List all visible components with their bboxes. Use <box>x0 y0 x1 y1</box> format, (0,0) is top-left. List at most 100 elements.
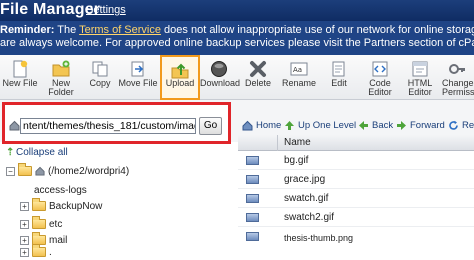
file-name: swatch2.gif <box>284 212 335 223</box>
home-icon <box>35 167 45 176</box>
settings-link[interactable]: Settings <box>86 4 126 16</box>
download-button[interactable]: Download <box>200 55 240 100</box>
expand-toggle-icon[interactable]: + <box>20 247 29 257</box>
change-permissions-button[interactable]: Change Permissi <box>440 55 474 100</box>
new-folder-label: New Folder <box>42 79 80 97</box>
reminder-banner: Reminder: The Terms of Service does not … <box>0 21 474 55</box>
tree-item-label: mail <box>49 235 68 246</box>
upload-label: Upload <box>165 78 195 88</box>
copy-button[interactable]: Copy <box>84 55 116 100</box>
expand-toggle-icon[interactable]: + <box>20 235 29 245</box>
change-permissions-label-line-2: Permissi <box>442 87 474 97</box>
folder-icon <box>32 244 46 258</box>
folder-icon <box>32 198 46 212</box>
code-editor-button[interactable]: Code Editor <box>362 55 398 100</box>
expand-toggle-icon[interactable]: + <box>20 201 29 211</box>
terms-of-service-link[interactable]: Terms of Service <box>79 24 161 36</box>
file-name: bg.gif <box>284 155 309 166</box>
arrow-forward-icon <box>397 120 406 130</box>
delete-icon <box>250 61 266 77</box>
tree-item-access-logs[interactable]: access-logs <box>34 184 87 198</box>
navigation-bar: Home Up One Level Back Forward Relo <box>240 118 474 134</box>
reminder-label: Reminder: <box>0 24 55 36</box>
arrow-back-icon <box>359 120 368 130</box>
file-name: thesis-thumb.png <box>284 233 354 243</box>
new-file-button[interactable]: New File <box>2 55 38 100</box>
image-file-icon <box>246 213 259 222</box>
file-row[interactable]: grace.jpg <box>238 171 474 189</box>
tree-item-label: access-logs <box>34 185 87 196</box>
image-file-icon <box>246 156 259 165</box>
new-folder-button[interactable]: New Folder <box>42 55 80 100</box>
title-bar: File Manager Settings <box>0 0 474 21</box>
code-editor-label: Code Editor <box>362 79 398 97</box>
image-file-icon <box>246 175 259 184</box>
nav-home-label: Home <box>256 120 282 131</box>
nav-home[interactable]: Home <box>242 118 281 134</box>
tree-item-backupnow[interactable]: + BackupNow <box>20 198 103 214</box>
icon-column-header[interactable] <box>238 135 278 151</box>
upload-button[interactable]: Upload <box>160 55 200 100</box>
reminder-line-1: Reminder: The Terms of Service does not … <box>0 24 474 37</box>
nav-back[interactable]: Back <box>358 118 393 134</box>
path-input[interactable]: ntent/themes/thesis_181/custom/images <box>20 118 196 134</box>
html-editor-label: HTML Editor <box>402 79 438 97</box>
move-file-button[interactable]: Move File <box>118 55 158 100</box>
file-row[interactable]: swatch.gif <box>238 190 474 208</box>
tree-item-etc[interactable]: + etc <box>20 216 62 232</box>
collapse-all-link[interactable]: ⇡ Collapse all <box>6 146 68 160</box>
nav-back-label: Back <box>372 120 394 131</box>
tree-item-label: BackupNow <box>49 201 103 212</box>
file-row[interactable]: bg.gif <box>238 152 474 170</box>
tree-root[interactable]: − (/home2/wordpri4) <box>6 163 130 179</box>
path-highlight-box: ntent/themes/thesis_181/custom/images Go <box>2 102 231 144</box>
collapse-toggle-icon[interactable]: − <box>6 166 15 176</box>
nav-reload[interactable]: Relo <box>448 118 474 134</box>
expand-toggle-icon[interactable]: + <box>20 219 29 229</box>
home-icon <box>9 120 20 131</box>
file-name: swatch.gif <box>284 193 329 204</box>
change-permissions-label: Change Permissi <box>442 79 474 97</box>
move-file-icon <box>131 61 144 77</box>
new-file-label: New File <box>2 78 38 88</box>
svg-text:Aa: Aa <box>293 66 302 74</box>
reminder-text-2: does not allow inappropriate use of our … <box>164 24 474 36</box>
edit-button[interactable]: Edit <box>324 55 354 100</box>
nav-forward[interactable]: Forward <box>396 118 445 134</box>
collapse-all-label: Collapse all <box>16 147 68 158</box>
copy-icon <box>92 61 108 77</box>
toolbar: New File New Folder Copy Move File Upload <box>0 55 474 100</box>
new-file-icon <box>13 60 28 78</box>
go-button[interactable]: Go <box>199 117 222 135</box>
html-editor-icon <box>412 61 428 77</box>
html-editor-label-line-2: Editor <box>408 87 432 97</box>
html-editor-button[interactable]: HTML Editor <box>402 55 438 100</box>
arrow-up-icon <box>285 120 294 130</box>
tree-item-label: . <box>49 247 52 258</box>
tree-root-label: (/home2/wordpri4) <box>48 166 130 177</box>
folder-icon <box>32 216 46 230</box>
folder-icon <box>18 163 32 177</box>
code-editor-label-line-2: Editor <box>368 87 392 97</box>
download-icon <box>211 61 227 77</box>
key-icon <box>449 64 465 74</box>
file-row[interactable]: thesis-thumb.png <box>238 228 474 246</box>
collapse-icon: ⇡ <box>6 147 15 158</box>
image-file-icon <box>246 194 259 203</box>
file-row[interactable]: swatch2.gif <box>238 209 474 227</box>
nav-up-one-level-label: Up One Level <box>298 120 357 131</box>
file-name: grace.jpg <box>284 174 326 185</box>
reminder-text-1: The <box>54 24 80 36</box>
edit-label: Edit <box>331 78 347 88</box>
move-file-label: Move File <box>118 78 158 88</box>
reminder-line-2: are always welcome. For approved online … <box>0 37 474 49</box>
name-column-header[interactable]: Name <box>284 137 311 148</box>
rename-label: Rename <box>281 78 317 88</box>
home-icon <box>242 120 253 131</box>
delete-button[interactable]: Delete <box>240 55 276 100</box>
tree-item-partial[interactable]: +. <box>20 244 52 260</box>
nav-forward-label: Forward <box>410 120 445 131</box>
file-list: Name bg.gif grace.jpg swatch.gif swatch2… <box>238 135 474 250</box>
rename-button[interactable]: Aa Rename <box>280 55 318 100</box>
nav-up-one-level[interactable]: Up One Level <box>284 118 356 134</box>
